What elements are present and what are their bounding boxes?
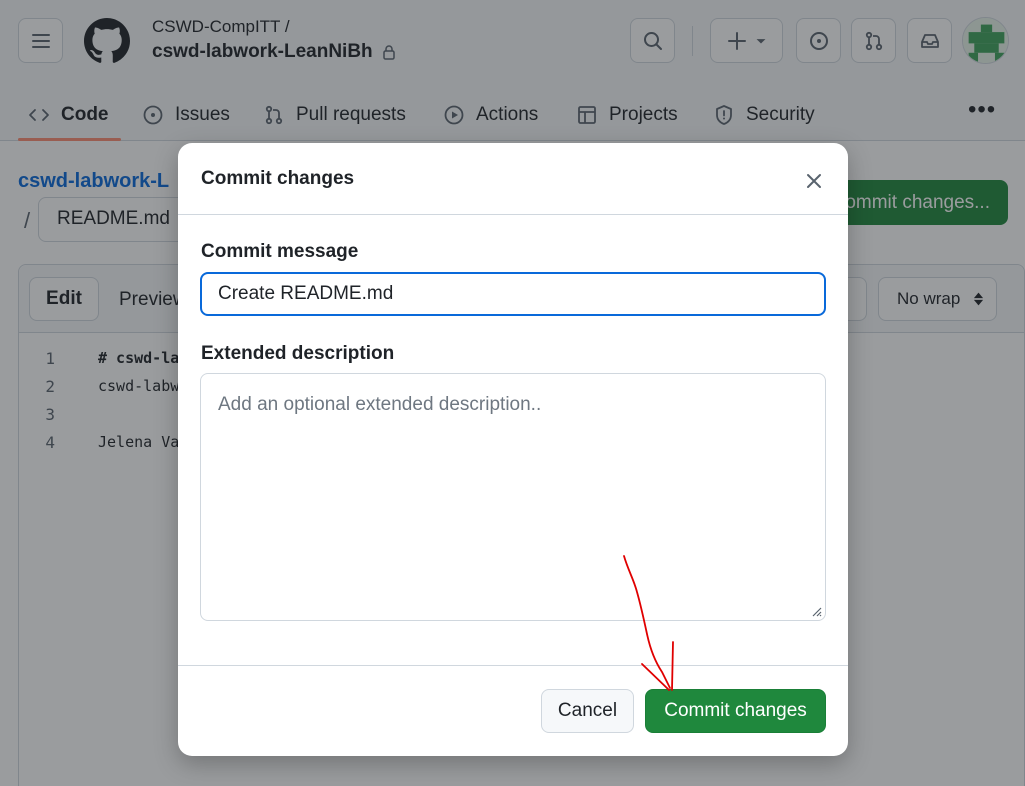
- commit-message-input[interactable]: [200, 272, 826, 316]
- close-icon: [807, 174, 821, 188]
- commit-dialog: Commit changes Commit message Extended d…: [178, 143, 848, 756]
- resize-handle-icon[interactable]: [810, 605, 822, 617]
- close-button[interactable]: [800, 167, 828, 195]
- cancel-button[interactable]: Cancel: [541, 689, 634, 733]
- commit-message-label: Commit message: [201, 241, 359, 262]
- dialog-title: Commit changes: [201, 168, 355, 189]
- commit-changes-submit-button[interactable]: Commit changes: [645, 689, 826, 733]
- dialog-footer-divider: [178, 665, 848, 666]
- extended-description-label: Extended description: [201, 343, 395, 364]
- dialog-header-divider: [178, 214, 848, 215]
- extended-description-textarea[interactable]: [200, 373, 826, 621]
